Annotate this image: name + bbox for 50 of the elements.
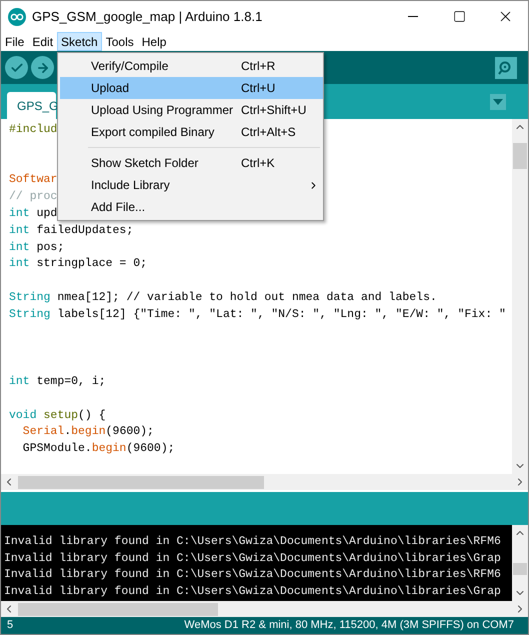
console-line: Invalid library found in C:\Users\Gwiza\Documents\Arduino\libraries\RFM6: [4, 534, 501, 550]
upload-button[interactable]: [31, 56, 54, 79]
console-line: Invalid library found in C:\Users\Gwiza\Documents\Arduino\libraries\RFM6: [4, 567, 501, 584]
vertical-scrollbar[interactable]: [512, 525, 528, 601]
menu-item[interactable]: File: [1, 32, 28, 51]
check-icon: [10, 60, 24, 74]
console-line: Invalid library found in C:\Users\Gwiza\Documents\Arduino\libraries\Grap: [4, 550, 501, 567]
scroll-thumb[interactable]: [18, 602, 218, 616]
menu-entry[interactable]: Include Library: [60, 174, 323, 196]
tab-menu-button[interactable]: [490, 94, 506, 110]
window-title: GPS_GSM_google_map | Arduino 1.8.1: [32, 8, 262, 26]
code-line: int failedUpdates;: [9, 222, 134, 239]
code-line: Softwar: [9, 172, 58, 188]
scroll-thumb[interactable]: [513, 563, 527, 575]
menu-entry[interactable]: Export compiled Binary Ctrl+Alt+S: [60, 121, 323, 143]
code-line: #includ: [9, 122, 58, 138]
menu-entry[interactable]: Verify/Compile Ctrl+R: [60, 55, 323, 77]
app-logo-icon: [8, 8, 26, 26]
code-line: Serial.begin(9600);: [22, 424, 154, 440]
code-line: void setup() {: [9, 408, 106, 424]
minimize-icon: [408, 16, 418, 17]
code-line: int pos;: [9, 240, 64, 256]
scroll-thumb[interactable]: [18, 476, 264, 488]
arrow-right-icon: [36, 60, 50, 74]
menu-entry[interactable]: Upload Ctrl+U: [60, 77, 323, 99]
menu-item[interactable]: Tools: [102, 32, 138, 51]
code-line: String nmea[12]; // variable to hold out nmea data and labels.: [9, 290, 437, 306]
code-line: int upd: [9, 206, 58, 222]
scroll-thumb[interactable]: [513, 143, 527, 169]
menu-item[interactable]: Edit: [28, 32, 58, 51]
line-number: 5: [7, 618, 14, 634]
menu-entry[interactable]: Show Sketch Folder Ctrl+K: [60, 152, 323, 174]
horizontal-scrollbar[interactable]: [1, 601, 528, 617]
maximize-icon: [452, 10, 466, 23]
vertical-scrollbar[interactable]: [512, 119, 528, 474]
verify-button[interactable]: [5, 56, 28, 79]
serial-monitor-button[interactable]: [495, 56, 517, 78]
menu-entry[interactable]: Add File...: [60, 196, 323, 218]
code-line: int stringplace = 0;: [9, 256, 148, 272]
menu-item[interactable]: Sketch: [57, 32, 102, 51]
board-info: WeMos D1 R2 & mini, 80 MHz, 115200, 4M (3M SPIFFS) on COM7: [184, 618, 514, 634]
horizontal-scrollbar[interactable]: [1, 474, 528, 490]
caret-down-icon: [493, 99, 503, 105]
code-line: GPSModule.begin(9600);: [22, 441, 175, 458]
code-line: int temp=0, i;: [9, 374, 106, 390]
code-line: String labels[12] {"Time: ", "Lat: ", "N/S: ", "Lng: ", "E/W: ", "Fix: ": [9, 306, 506, 323]
code-line: // proc: [9, 189, 58, 206]
menu-entry[interactable]: Upload Using Programmer Ctrl+Shift+U: [60, 99, 323, 121]
menu-item[interactable]: Help: [138, 32, 170, 51]
console-line: Invalid library found in C:\Users\Gwiza\Documents\Arduino\libraries\Grap: [4, 584, 501, 600]
